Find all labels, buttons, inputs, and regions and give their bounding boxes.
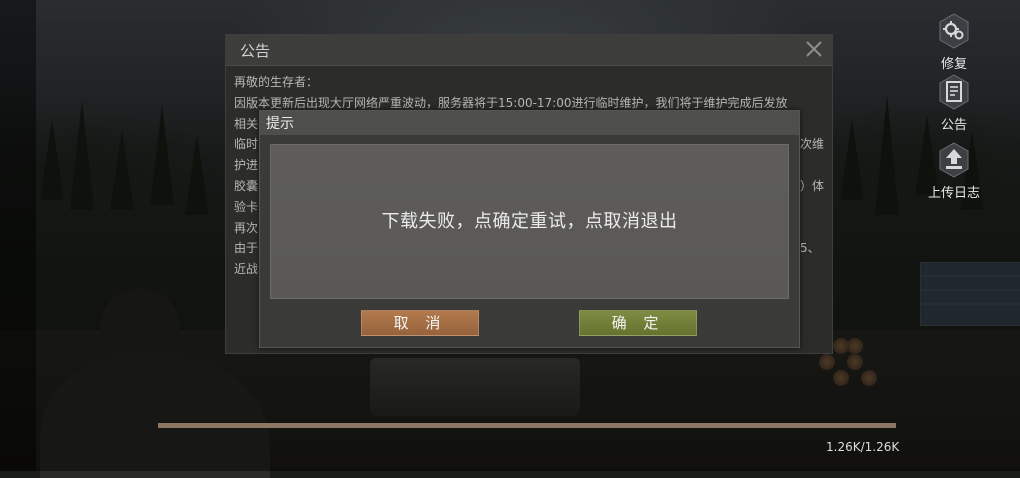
- notice-label: 公告: [940, 118, 967, 133]
- upload-icon: [939, 142, 969, 178]
- announcement-title: 公告: [240, 42, 271, 60]
- announcement-line: 再敬的生存者：: [234, 75, 319, 89]
- upload-log-label: 上传日志: [927, 186, 980, 201]
- upload-log-button[interactable]: 上传日志: [924, 141, 984, 201]
- download-progress-text: 1.26K/1.26K: [826, 440, 900, 454]
- download-failed-dialog: 提示 下载失败，点确定重试，点取消退出 取 消 确 定: [259, 110, 800, 348]
- announcement-fragment: 次维: [800, 137, 825, 152]
- repair-label: 修复: [940, 57, 967, 72]
- cancel-button[interactable]: 取 消: [361, 310, 479, 336]
- repair-button[interactable]: 修复: [924, 12, 984, 72]
- announcement-header: 公告: [226, 35, 832, 66]
- dialog-message-box: 下载失败，点确定重试，点取消退出: [270, 144, 789, 299]
- announcement-fragment: 5、: [800, 241, 820, 256]
- dialog-title: 提示: [266, 116, 294, 132]
- download-progress-bar: [158, 423, 896, 428]
- close-icon[interactable]: [804, 39, 824, 59]
- document-icon: [939, 74, 969, 110]
- dialog-message: 下载失败，点确定重试，点取消退出: [381, 211, 678, 232]
- gear-icon: [939, 13, 969, 49]
- dialog-header: 提示: [260, 111, 799, 135]
- announcement-fragment: ）体: [800, 178, 825, 193]
- download-progress-fill: [158, 423, 896, 428]
- confirm-button[interactable]: 确 定: [579, 310, 697, 336]
- notice-button[interactable]: 公告: [924, 73, 984, 133]
